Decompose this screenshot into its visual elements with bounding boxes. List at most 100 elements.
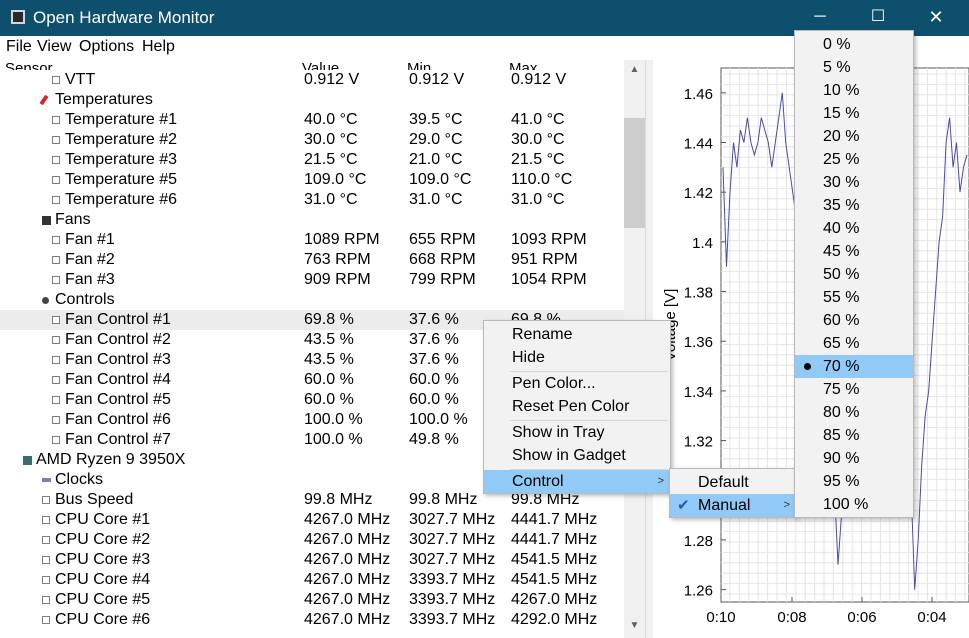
- menu-item-percent[interactable]: 85 %: [795, 424, 913, 447]
- menu-help[interactable]: Help: [142, 38, 175, 56]
- tree-row[interactable]: Temperature #3 21.5 °C 21.0 °C 21.5 °C: [0, 150, 624, 170]
- menu-item-percent[interactable]: 30 %: [795, 171, 913, 194]
- sensor-icon: [52, 436, 60, 444]
- tree-row[interactable]: Temperature #5 109.0 °C 109.0 °C 110.0 °C: [0, 170, 624, 190]
- sensor-icon: [52, 116, 60, 124]
- sensor-name: AMD Ryzen 9 3950X: [36, 451, 186, 468]
- sensor-min: 668 RPM: [409, 251, 476, 268]
- menu-item-show-in-tray[interactable]: Show in Tray: [484, 421, 670, 444]
- menu-item-percent[interactable]: 55 %: [795, 286, 913, 309]
- sensor-max: 0.912 V: [511, 71, 567, 88]
- menu-item-reset-pen-color[interactable]: Reset Pen Color: [484, 395, 670, 418]
- sensor-min: 655 RPM: [409, 231, 476, 248]
- menu-item-default[interactable]: Default: [670, 471, 796, 494]
- window-title: Open Hardware Monitor: [33, 8, 215, 27]
- tree-row[interactable]: Fan #3 909 RPM 799 RPM 1054 RPM: [0, 270, 624, 290]
- menu-item-percent[interactable]: 5 %: [795, 56, 913, 79]
- menu-item-percent[interactable]: 10 %: [795, 79, 913, 102]
- menu-item-hide[interactable]: Hide: [484, 346, 670, 369]
- tree-row[interactable]: Temperature #6 31.0 °C 31.0 °C 31.0 °C: [0, 190, 624, 210]
- column-header-min[interactable]: Min: [407, 60, 431, 70]
- menu-file[interactable]: File: [6, 38, 32, 56]
- menu-item-percent[interactable]: 40 %: [795, 217, 913, 240]
- menu-item-control[interactable]: Control >: [484, 470, 670, 493]
- sensor-icon: [42, 616, 50, 624]
- tree-row[interactable]: Temperature #2 30.0 °C 29.0 °C 30.0 °C: [0, 130, 624, 150]
- scrollbar-thumb[interactable]: [624, 118, 645, 228]
- menu-item-pen-color[interactable]: Pen Color...: [484, 372, 670, 395]
- sensor-max: 4292.0 MHz: [511, 611, 598, 628]
- tree-row[interactable]: CPU Core #1 4267.0 MHz 3027.7 MHz 4441.7 MH…: [0, 510, 624, 530]
- tree-row[interactable]: Temperatures: [0, 90, 624, 110]
- sensor-min: 37.6 %: [409, 351, 459, 368]
- sensor-value: 69.8 %: [304, 311, 354, 328]
- column-header-max[interactable]: Max: [509, 60, 537, 70]
- submenu-arrow-icon: >: [783, 499, 790, 511]
- sensor-name: Temperature #2: [65, 131, 178, 148]
- fan-category-icon: [42, 216, 51, 225]
- menu-item-manual[interactable]: ✔ Manual >: [670, 494, 796, 517]
- menu-item-rename[interactable]: Rename: [484, 323, 670, 346]
- menu-item-percent[interactable]: 65 %: [795, 332, 913, 355]
- sensor-icon: [52, 156, 60, 164]
- menu-item-percent[interactable]: 60 %: [795, 309, 913, 332]
- sensor-name: CPU Core #6: [55, 611, 151, 628]
- sensor-max: 110.0 °C: [511, 171, 573, 188]
- sensor-name: Bus Speed: [55, 491, 134, 508]
- sensor-max: 41.0 °C: [511, 111, 565, 128]
- tree-row[interactable]: Controls: [0, 290, 624, 310]
- scroll-down-arrow-icon[interactable]: ▼: [624, 620, 645, 631]
- scroll-up-arrow-icon[interactable]: ▲: [624, 64, 645, 75]
- tree-row[interactable]: Fans: [0, 210, 624, 230]
- menu-item-percent[interactable]: 70 %: [795, 355, 913, 378]
- sensor-icon: [52, 236, 60, 244]
- menu-item-percent[interactable]: 0 %: [795, 33, 913, 56]
- tree-row[interactable]: Fan #1 1089 RPM 655 RPM 1093 RPM: [0, 230, 624, 250]
- sensor-max: 4441.7 MHz: [511, 531, 598, 548]
- tree-row[interactable]: Temperature #1 40.0 °C 39.5 °C 41.0 °C: [0, 110, 624, 130]
- sensor-name: Fan Control #3: [65, 351, 171, 368]
- menu-item-percent[interactable]: 35 %: [795, 194, 913, 217]
- radio-dot-icon: [804, 363, 811, 370]
- sensor-max: 4541.5 MHz: [511, 571, 598, 588]
- menu-item-percent[interactable]: 80 %: [795, 401, 913, 424]
- sensor-value: 60.0 %: [304, 391, 354, 408]
- y-tick-label: 1.36: [684, 334, 713, 351]
- column-header-value[interactable]: Value: [302, 60, 339, 70]
- column-header-sensor[interactable]: Sensor: [5, 60, 53, 70]
- y-tick-label: 1.44: [684, 136, 713, 153]
- menu-item-percent[interactable]: 45 %: [795, 240, 913, 263]
- sensor-min: 799 RPM: [409, 271, 476, 288]
- sensor-max: 31.0 °C: [511, 191, 565, 208]
- sensor-max: 30.0 °C: [511, 131, 565, 148]
- menu-item-percent[interactable]: 20 %: [795, 125, 913, 148]
- sensor-name: Controls: [55, 291, 115, 308]
- tree-row[interactable]: CPU Core #6 4267.0 MHz 3393.7 MHz 4292.0 MH…: [0, 610, 624, 630]
- tree-row[interactable]: CPU Core #5 4267.0 MHz 3393.7 MHz 4267.0 MH…: [0, 590, 624, 610]
- sensor-name: Fan Control #7: [65, 431, 171, 448]
- sensor-value: 100.0 %: [304, 431, 363, 448]
- menu-item-percent[interactable]: 90 %: [795, 447, 913, 470]
- sensor-name: Fan #3: [65, 271, 115, 288]
- menu-item-percent[interactable]: 75 %: [795, 378, 913, 401]
- sensor-icon: [42, 536, 50, 544]
- tree-row[interactable]: CPU Core #3 4267.0 MHz 3027.7 MHz 4541.5 MH…: [0, 550, 624, 570]
- tree-row[interactable]: CPU Core #4 4267.0 MHz 3393.7 MHz 4541.5 MH…: [0, 570, 624, 590]
- sensor-name: Clocks: [55, 471, 104, 488]
- close-button[interactable]: ✕: [913, 0, 959, 36]
- tree-row[interactable]: Fan #2 763 RPM 668 RPM 951 RPM: [0, 250, 624, 270]
- menu-item-percent[interactable]: 95 %: [795, 470, 913, 493]
- menu-item-percent[interactable]: 25 %: [795, 148, 913, 171]
- tree-row[interactable]: CPU Core #2 4267.0 MHz 3027.7 MHz 4441.7 MH…: [0, 530, 624, 550]
- tree-row[interactable]: VTT 0.912 V 0.912 V 0.912 V: [0, 70, 624, 90]
- menu-view[interactable]: View: [37, 38, 71, 56]
- sensor-icon: [42, 576, 50, 584]
- menu-item-percent[interactable]: 100 %: [795, 493, 913, 516]
- sensor-value: 43.5 %: [304, 351, 354, 368]
- menu-item-percent[interactable]: 15 %: [795, 102, 913, 125]
- menu-item-show-in-gadget[interactable]: Show in Gadget: [484, 444, 670, 467]
- menu-options[interactable]: Options: [79, 38, 134, 56]
- sensor-value: 31.0 °C: [304, 191, 358, 208]
- menu-item-percent[interactable]: 50 %: [795, 263, 913, 286]
- check-icon: ✔: [677, 497, 690, 514]
